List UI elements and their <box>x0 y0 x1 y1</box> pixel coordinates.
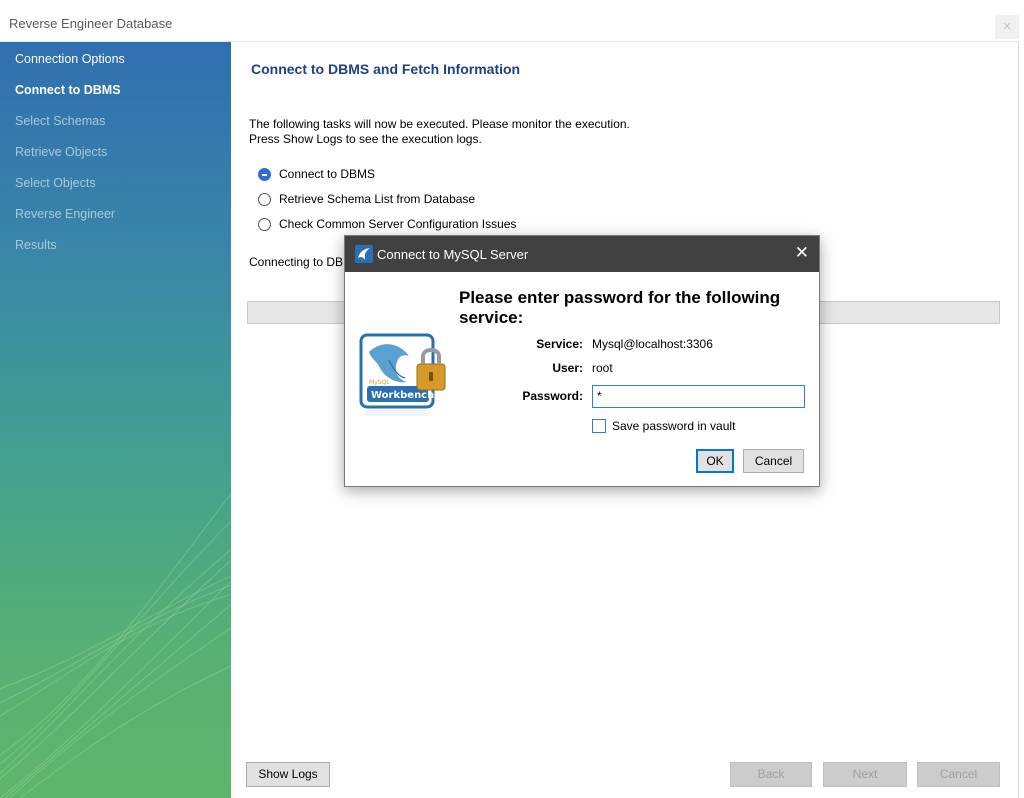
status-text: Connecting to DB <box>249 255 344 269</box>
service-value: Mysql@localhost:3306 <box>592 337 713 351</box>
sidebar-decoration <box>0 492 231 798</box>
sidebar-step-select-schemas: Select Schemas <box>15 114 106 128</box>
connect-dialog: Connect to MySQL Server ✕ Please enter p… <box>344 235 820 487</box>
password-field[interactable]: * <box>592 385 805 408</box>
sidebar-step-select-objects: Select Objects <box>15 176 96 190</box>
task-pending-icon <box>258 217 271 231</box>
sidebar-step-connection-options: Connection Options <box>15 52 125 66</box>
dialog-cancel-button[interactable]: Cancel <box>743 449 804 473</box>
task-pending-icon <box>258 192 271 206</box>
window-close-icon[interactable]: ✕ <box>995 15 1019 39</box>
password-label: Password: <box>522 389 583 403</box>
logo-text-mysql: MySQL <box>369 379 390 386</box>
dialog-heading: Please enter password for the following … <box>459 288 781 327</box>
page-title: Connect to DBMS and Fetch Information <box>251 61 521 77</box>
task-item-check-config: Check Common Server Configuration Issues <box>258 216 516 232</box>
task-label: Retrieve Schema List from Database <box>279 192 476 206</box>
task-item-connect: Connect to DBMS <box>258 166 375 182</box>
dialog-title: Connect to MySQL Server <box>377 247 529 262</box>
window-titlebar: Reverse Engineer Database ✕ <box>0 0 1019 42</box>
task-label: Check Common Server Configuration Issues <box>279 217 517 231</box>
back-button[interactable]: Back <box>730 762 812 787</box>
user-label: User: <box>552 361 583 375</box>
next-button[interactable]: Next <box>823 762 907 787</box>
mysql-workbench-logo-icon: MySQL Workbench <box>359 333 446 416</box>
service-label: Service: <box>536 337 583 351</box>
window-title: Reverse Engineer Database <box>9 16 173 31</box>
task-running-icon <box>258 167 271 181</box>
sidebar-step-results: Results <box>15 238 57 252</box>
task-description: The following tasks will now be executed… <box>249 117 630 147</box>
sidebar-step-retrieve-objects: Retrieve Objects <box>15 145 108 159</box>
cancel-button[interactable]: Cancel <box>917 762 1000 787</box>
wizard-sidebar: Connection Options Connect to DBMS Selec… <box>0 42 231 798</box>
save-password-label: Save password in vault <box>612 419 736 433</box>
user-value: root <box>592 361 613 375</box>
dialog-titlebar: Connect to MySQL Server ✕ <box>345 236 819 272</box>
dialog-close-icon[interactable]: ✕ <box>795 243 809 263</box>
task-label: Connect to DBMS <box>279 167 376 181</box>
task-item-retrieve-schema: Retrieve Schema List from Database <box>258 191 475 207</box>
mysql-workbench-icon <box>355 245 373 263</box>
sidebar-step-connect-to-dbms: Connect to DBMS <box>15 83 121 97</box>
description-line-2: Press Show Logs to see the execution log… <box>249 132 482 146</box>
description-line-1: The following tasks will now be executed… <box>249 117 630 131</box>
show-logs-button[interactable]: Show Logs <box>246 762 330 787</box>
ok-button[interactable]: OK <box>696 449 734 473</box>
save-password-checkbox[interactable] <box>592 419 606 433</box>
sidebar-step-reverse-engineer: Reverse Engineer <box>15 207 116 221</box>
logo-text-workbench: Workbench <box>371 390 434 401</box>
